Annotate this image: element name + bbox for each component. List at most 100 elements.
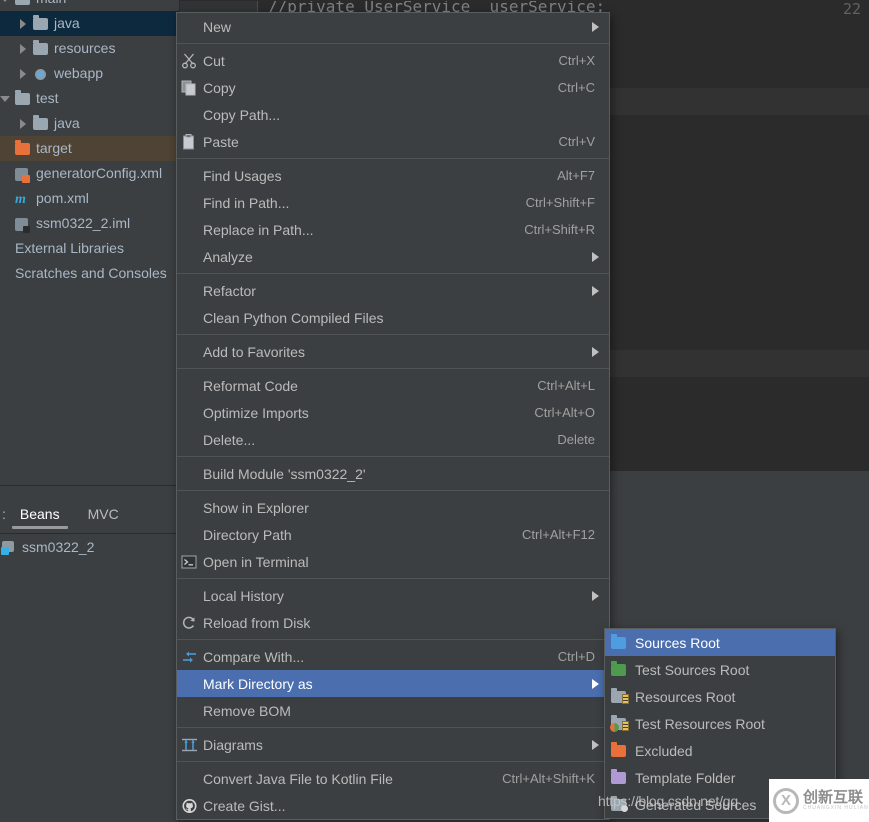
tree-row-main[interactable]: main	[0, 0, 180, 11]
submenu-item-test-sources-root[interactable]: Test Sources Root	[605, 656, 835, 683]
menu-item-label: Remove BOM	[203, 702, 291, 719]
logo-subtext: CHUANGXIN HULIAN	[803, 805, 869, 811]
menu-item-label: Cut	[203, 52, 225, 69]
menu-item-add-to-favorites[interactable]: Add to Favorites	[177, 338, 609, 365]
menu-item-no-icon	[181, 588, 203, 604]
menu-separator	[177, 273, 609, 274]
tree-row-label: webapp	[54, 65, 104, 81]
menu-separator	[177, 639, 609, 640]
terminal-icon	[181, 554, 203, 570]
chevron-right-icon[interactable]	[18, 18, 29, 29]
tree-row-java[interactable]: java	[0, 11, 180, 36]
menu-item-paste[interactable]: Paste Ctrl+V	[177, 128, 609, 155]
menu-item-shortcut: Ctrl+Shift+R	[524, 222, 595, 237]
menu-item-no-icon	[181, 676, 203, 692]
menu-item-create-gist[interactable]: Create Gist...	[177, 792, 609, 819]
menu-item-open-in-terminal[interactable]: Open in Terminal	[177, 548, 609, 575]
menu-item-analyze[interactable]: Analyze	[177, 243, 609, 270]
tree-row-resources[interactable]: resources	[0, 36, 180, 61]
menu-item-label: Paste	[203, 133, 239, 150]
tree-row-target[interactable]: target	[0, 136, 180, 161]
menu-item-replace-in-path[interactable]: Replace in Path... Ctrl+Shift+R	[177, 216, 609, 243]
menu-item-label: Directory Path	[203, 526, 292, 543]
chevron-right-icon[interactable]	[18, 68, 29, 79]
folder-icon	[33, 39, 49, 56]
tree-row-label: target	[36, 140, 72, 156]
submenu-item-resources-root[interactable]: Resources Root	[605, 683, 835, 710]
submenu-item-label: Sources Root	[635, 634, 720, 651]
menu-item-label: Diagrams	[203, 736, 263, 753]
context-menu[interactable]: New Cut Ctrl+X Copy Ctrl+C Copy Path... Paste C…	[176, 12, 610, 820]
menu-item-label: Replace in Path...	[203, 221, 314, 238]
menu-item-shortcut: Ctrl+Alt+F12	[522, 527, 595, 542]
reload-icon	[181, 615, 203, 631]
menu-item-no-icon	[181, 378, 203, 394]
menu-item-reload-from-disk[interactable]: Reload from Disk	[177, 609, 609, 636]
menu-item-refactor[interactable]: Refactor	[177, 277, 609, 304]
submenu-item-excluded[interactable]: Excluded	[605, 737, 835, 764]
tree-row-ssm0322-2-iml[interactable]: ssm0322_2.iml	[0, 211, 180, 236]
tree-row-webapp[interactable]: webapp	[0, 61, 180, 86]
tab-mvc[interactable]: MVC	[74, 495, 133, 533]
menu-item-new[interactable]: New	[177, 13, 609, 40]
menu-item-convert-java-file-to-kotlin-file[interactable]: Convert Java File to Kotlin File Ctrl+Alt…	[177, 765, 609, 792]
menu-item-no-icon	[181, 168, 203, 184]
menu-item-compare-with[interactable]: Compare With... Ctrl+D	[177, 643, 609, 670]
folder-icon	[33, 14, 49, 31]
tree-row-pom-xml[interactable]: m pom.xml	[0, 186, 180, 211]
menu-item-no-icon	[181, 249, 203, 265]
submenu-arrow-icon	[592, 591, 599, 601]
chevron-right-icon[interactable]	[18, 118, 29, 129]
menu-item-build-module-ssm0322-2[interactable]: Build Module 'ssm0322_2'	[177, 460, 609, 487]
xml-file-icon	[15, 167, 31, 183]
menu-item-local-history[interactable]: Local History	[177, 582, 609, 609]
tool-window-row-module[interactable]: ssm0322_2	[0, 534, 180, 560]
project-tree-panel[interactable]: main java resources webapp test java target gen…	[0, 0, 180, 495]
bean-module-icon	[1, 540, 17, 555]
menu-item-reformat-code[interactable]: Reformat Code Ctrl+Alt+L	[177, 372, 609, 399]
submenu-item-label: Excluded	[635, 742, 693, 759]
tree-row-external-libraries[interactable]: External Libraries	[0, 236, 180, 261]
submenu-item-label: Resources Root	[635, 688, 736, 705]
menu-item-label: Clean Python Compiled Files	[203, 309, 384, 326]
menu-item-mark-directory-as[interactable]: Mark Directory as	[177, 670, 609, 697]
tree-row-scratches-and-consoles[interactable]: Scratches and Consoles	[0, 261, 180, 286]
tree-row-generatorconfig-xml[interactable]: generatorConfig.xml	[0, 161, 180, 186]
menu-item-optimize-imports[interactable]: Optimize Imports Ctrl+Alt+O	[177, 399, 609, 426]
chevron-down-icon[interactable]	[0, 0, 11, 4]
tab-beans[interactable]: Beans	[6, 495, 74, 533]
tree-row-test[interactable]: test	[0, 86, 180, 111]
folder-icon	[15, 89, 31, 106]
tree-row-label: resources	[54, 40, 116, 56]
menu-item-copy-path[interactable]: Copy Path...	[177, 101, 609, 128]
menu-item-delete[interactable]: Delete... Delete	[177, 426, 609, 453]
tree-row-label: java	[54, 15, 80, 31]
submenu-arrow-icon	[592, 286, 599, 296]
menu-item-show-in-explorer[interactable]: Show in Explorer	[177, 494, 609, 521]
menu-item-label: Copy	[203, 79, 236, 96]
menu-item-shortcut: Ctrl+Alt+L	[537, 378, 595, 393]
menu-item-diagrams[interactable]: Diagrams	[177, 731, 609, 758]
menu-item-clean-python-compiled-files[interactable]: Clean Python Compiled Files	[177, 304, 609, 331]
tree-row-java[interactable]: java	[0, 111, 180, 136]
copy-icon	[181, 80, 203, 96]
tree-row-label: Scratches and Consoles	[15, 265, 167, 281]
menu-item-find-in-path[interactable]: Find in Path... Ctrl+Shift+F	[177, 189, 609, 216]
menu-item-directory-path[interactable]: Directory Path Ctrl+Alt+F12	[177, 521, 609, 548]
menu-item-find-usages[interactable]: Find Usages Alt+F7	[177, 162, 609, 189]
menu-item-label: Analyze	[203, 248, 253, 265]
submenu-arrow-icon	[592, 740, 599, 750]
menu-item-label: Local History	[203, 587, 284, 604]
submenu-item-test-resources-root[interactable]: Test Resources Root	[605, 710, 835, 737]
tool-window-tabs[interactable]: : Beans MVC	[0, 495, 180, 534]
chevron-down-icon[interactable]	[0, 93, 11, 104]
chevron-right-icon[interactable]	[18, 43, 29, 54]
menu-item-cut[interactable]: Cut Ctrl+X	[177, 47, 609, 74]
menu-item-copy[interactable]: Copy Ctrl+C	[177, 74, 609, 101]
tool-window-panel[interactable]: : Beans MVC ssm0322_2	[0, 495, 180, 822]
menu-separator	[177, 43, 609, 44]
submenu-item-sources-root[interactable]: Sources Root	[605, 629, 835, 656]
menu-item-remove-bom[interactable]: Remove BOM	[177, 697, 609, 724]
